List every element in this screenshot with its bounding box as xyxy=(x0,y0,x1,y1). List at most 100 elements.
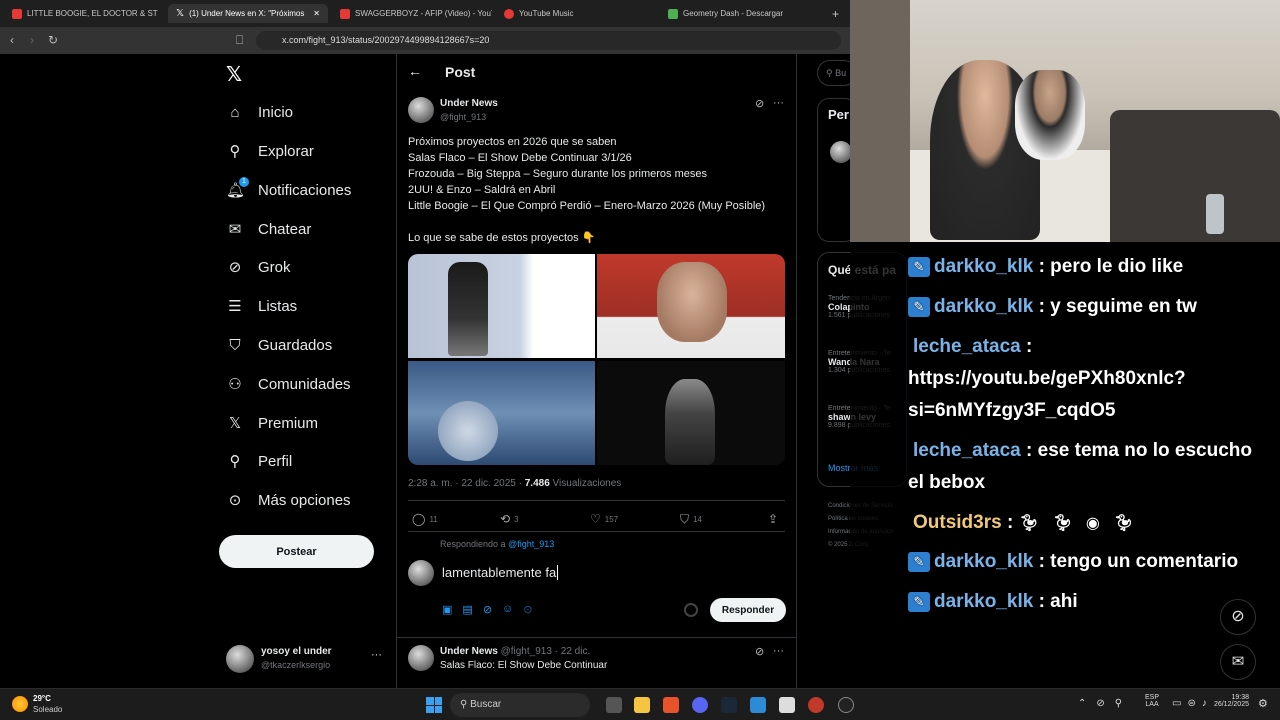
mail-icon[interactable]: ✉ xyxy=(1220,644,1256,680)
grok-icon[interactable]: ⊘ xyxy=(1220,599,1256,635)
tweet-image[interactable] xyxy=(597,361,785,465)
character-counter xyxy=(684,603,698,617)
avatar xyxy=(226,645,254,673)
share-action[interactable]: ⇪ xyxy=(768,512,778,526)
more-icon[interactable]: ··· xyxy=(773,97,784,109)
repost-action[interactable]: ⟲ 3 xyxy=(500,512,519,526)
repost-icon: ⟲ xyxy=(500,512,511,526)
app-icon[interactable] xyxy=(750,697,766,713)
image-icon[interactable]: ▣ xyxy=(442,603,452,616)
chat-message: ✎ darkko_klk : ahi xyxy=(908,591,1078,613)
close-icon[interactable]: ✕ xyxy=(313,9,320,18)
reply-button[interactable]: Responder xyxy=(710,598,786,622)
pin-badge-icon: ✎ xyxy=(908,551,930,572)
gif-icon[interactable]: ▤ xyxy=(462,603,472,616)
clock[interactable]: 19:38 26/12/2025 xyxy=(1205,694,1249,708)
tweet-image[interactable] xyxy=(597,254,785,358)
grok-icon[interactable]: ⊘ xyxy=(755,97,764,110)
next-tweet-text: Salas Flaco: El Show Debe Continuar xyxy=(440,660,608,671)
nav-notificaciones[interactable]: 🔔︎ 1 Notificaciones xyxy=(226,177,351,203)
app-icon[interactable] xyxy=(808,697,824,713)
replying-to: Respondiendo a @fight_913 xyxy=(440,539,555,549)
reply-icon: ◯ xyxy=(412,512,426,526)
post-button[interactable]: Postear xyxy=(219,535,374,568)
pin-badge-icon: ✎ xyxy=(908,296,930,317)
author-handle[interactable]: @fight_913 xyxy=(440,112,486,122)
windows-start-icon[interactable] xyxy=(426,697,442,713)
grok-icon[interactable]: ⊘ xyxy=(483,603,492,616)
reply-input[interactable]: lamentablemente fa xyxy=(442,565,559,580)
nav-guardados[interactable]: ⛉ Guardados xyxy=(226,332,332,358)
location-icon[interactable]: ⊙ xyxy=(523,603,532,616)
more-icon[interactable]: ··· xyxy=(371,649,382,661)
avatar[interactable] xyxy=(408,645,434,671)
account-handle: @tkaczerlksergio xyxy=(261,660,331,670)
grok-icon[interactable]: ⊘ xyxy=(755,645,764,658)
chat-message-continued: https://youtu.be/gePXh80xnlc? xyxy=(908,368,1186,389)
browser-tab[interactable]: SWAGGERBOYZ - AFIP (Video) - YouT xyxy=(332,4,492,23)
youtube-icon xyxy=(12,8,22,19)
bookmark-icon[interactable]: ⎕ xyxy=(236,33,243,48)
nav-premium[interactable]: 𝕏 Premium xyxy=(226,410,318,436)
author-avatar[interactable] xyxy=(408,97,434,123)
pin-badge-icon: ✎ xyxy=(908,256,930,277)
duck-emote-icon: 🦆︎ 🦆︎ ◉ 🦆︎ xyxy=(1018,515,1134,532)
forward-icon[interactable]: › xyxy=(30,33,34,47)
app-icon[interactable] xyxy=(779,697,795,713)
share-icon: ⇪ xyxy=(768,512,779,526)
person-icon: ⚲ xyxy=(229,453,241,470)
nav-mas-opciones[interactable]: ⊙ Más opciones xyxy=(226,487,351,513)
url-field[interactable]: x.com/fight_913/status/20029744998941286… xyxy=(256,31,841,50)
nav-perfil[interactable]: ⚲ Perfil xyxy=(226,448,293,474)
back-arrow-icon[interactable]: ← xyxy=(408,63,422,79)
browser-tab[interactable]: YouTube Music xyxy=(496,4,656,23)
system-tray-icons[interactable]: ⌃⊘⚲ xyxy=(1078,698,1132,709)
next-tweet-header: Under News @fight_913 · 22 dic. xyxy=(440,646,591,657)
browser-tab[interactable]: LITTLE BOOGIE, EL DOCTOR & ST xyxy=(4,4,164,23)
nav-comunidades[interactable]: ⚇ Comunidades xyxy=(226,371,350,397)
emoji-icon[interactable]: ☺ xyxy=(502,603,513,616)
obs-icon[interactable] xyxy=(838,697,854,713)
bookmark-icon: ⛉ xyxy=(229,336,241,354)
steam-icon[interactable] xyxy=(721,697,737,713)
author-name[interactable]: Under News xyxy=(440,98,498,109)
chat-message: leche_ataca : xyxy=(913,336,1033,357)
geometry-dash-icon xyxy=(668,8,678,19)
weather-temp[interactable]: 29°C xyxy=(33,694,51,703)
brave-browser-icon[interactable] xyxy=(663,697,679,713)
search-icon: ⚲ xyxy=(826,68,833,78)
reload-icon[interactable]: ↻ xyxy=(48,33,58,47)
language-indicator[interactable]: ESP LAA xyxy=(1145,694,1159,708)
new-tab-button[interactable]: + xyxy=(824,4,844,23)
file-explorer-icon[interactable] xyxy=(634,697,650,713)
like-action[interactable]: ♡ 157 xyxy=(590,512,618,526)
taskbar-search[interactable]: ⚲ Buscar xyxy=(450,693,590,717)
chat-message-continued: el bebox xyxy=(908,472,986,493)
more-icon[interactable]: ··· xyxy=(773,645,784,657)
tweet-meta: 2:28 a. m. · 22 dic. 2025 · 7.486 Visual… xyxy=(408,478,622,489)
reply-action[interactable]: ◯ 11 xyxy=(412,512,438,526)
divider xyxy=(408,531,785,532)
nav-listas[interactable]: ☰ Listas xyxy=(226,293,297,319)
browser-tab-bar: LITTLE BOOGIE, EL DOCTOR & ST 𝕏 (1) Under… xyxy=(0,0,850,27)
account-switcher[interactable]: yosoy el under @tkaczerlksergio ··· xyxy=(226,643,386,675)
tweet-image[interactable] xyxy=(408,254,595,358)
task-view-icon[interactable] xyxy=(606,697,622,713)
nav-inicio[interactable]: ⌂ Inicio xyxy=(226,99,293,125)
bookmark-action[interactable]: ⛉ 14 xyxy=(680,512,702,527)
discord-icon[interactable] xyxy=(692,697,708,713)
browser-tab-active[interactable]: 𝕏 (1) Under News en X: "Próximos ✕ xyxy=(168,4,328,23)
nav-chatear[interactable]: ✉ Chatear xyxy=(226,216,312,242)
weather-icon xyxy=(12,696,28,712)
replying-to-handle[interactable]: @fight_913 xyxy=(508,539,554,549)
x-logo-icon: 𝕏 xyxy=(176,8,185,19)
nav-explorar[interactable]: ⚲ Explorar xyxy=(226,138,314,164)
tweet-text: Próximos proyectos en 2026 que se saben … xyxy=(408,136,766,244)
tweet-image[interactable] xyxy=(408,361,595,465)
notification-icon[interactable]: ⚙ xyxy=(1258,697,1268,710)
views-count: 7.486 xyxy=(524,478,550,489)
x-logo-icon[interactable]: 𝕏 xyxy=(226,62,242,87)
browser-tab[interactable]: Geometry Dash - Descargar xyxy=(660,4,820,23)
back-icon[interactable]: ‹ xyxy=(10,33,14,47)
nav-grok[interactable]: ⊘ Grok xyxy=(226,254,291,280)
